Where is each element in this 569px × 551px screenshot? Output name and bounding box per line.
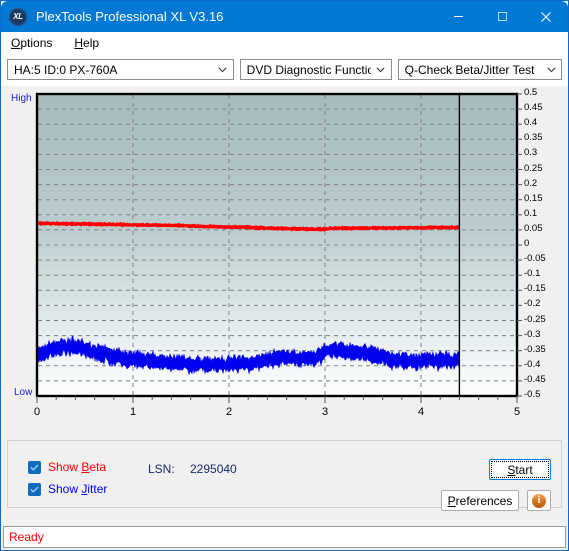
x-axis-tick-label: 1 (129, 406, 137, 418)
y-axis-tick-label: -0.05 (524, 253, 546, 265)
close-button[interactable] (524, 1, 568, 32)
menu-item-help-label: elp (83, 36, 100, 50)
close-icon (541, 11, 551, 22)
test-select-value: Q-Check Beta/Jitter Test (404, 62, 535, 77)
title-bar: XL PlexTools Professional XL V3.16 (1, 1, 568, 32)
maximize-button[interactable] (480, 1, 524, 32)
drive-select-value: HA:5 ID:0 PX-760A (14, 62, 118, 77)
y-axis-tick-label: -0.15 (524, 283, 546, 295)
controls-panel: Show Beta Show Jitter LSN: 2295040 Start… (7, 440, 562, 511)
lsn-label: LSN: (148, 462, 175, 476)
info-icon: i (532, 493, 546, 508)
beta-jitter-plot (35, 92, 522, 403)
y-axis-tick-label: -0.4 (524, 358, 541, 370)
preferences-button-label: Preferences (447, 493, 513, 508)
function-select-value: DVD Diagnostic Functions (246, 62, 371, 77)
lsn-value: 2295040 (190, 462, 237, 476)
preferences-button[interactable]: Preferences (441, 490, 519, 511)
status-bar: Ready (3, 526, 566, 548)
y-axis-tick-label: -0.45 (524, 373, 546, 385)
y-axis-tick-label: -0.1 (524, 268, 541, 280)
start-button-label: Start (507, 462, 533, 477)
y-axis-tick-label: 0.45 (524, 102, 543, 114)
chart-area: High Low 0.5 0.45 0.4 0.35 0.3 0.25 0.2 0.15 0.1… (7, 86, 564, 434)
y-axis-tick-label: -0.2 (524, 298, 541, 310)
toolbar: HA:5 ID:0 PX-760A DVD Diagnostic Functio… (1, 54, 568, 86)
y-axis-tick-label: 0.25 (524, 162, 543, 174)
x-axis-tick-label: 2 (225, 406, 233, 418)
x-axis-tick-label: 0 (33, 406, 41, 418)
window-title: PlexTools Professional XL V3.16 (36, 9, 224, 24)
show-beta-checkbox-row[interactable]: Show Beta (28, 460, 106, 474)
checkbox-checked-icon[interactable] (28, 482, 41, 496)
status-text: Ready (9, 530, 44, 544)
y-axis-tick-label: 0.4 (524, 117, 538, 129)
function-select[interactable]: DVD Diagnostic Functions (239, 59, 392, 80)
checkbox-checked-icon[interactable] (28, 460, 41, 474)
y-axis-tick-label: 0.5 (524, 87, 538, 98)
app-icon: XL (9, 7, 27, 26)
chevron-down-icon (213, 66, 233, 73)
y-axis-tick-label: 0.35 (524, 132, 543, 144)
show-jitter-checkbox-row[interactable]: Show Jitter (28, 482, 107, 496)
y-axis-tick-label: -0.35 (524, 343, 546, 355)
y-axis-tick-label: -0.5 (524, 389, 541, 400)
chevron-down-icon (541, 66, 561, 73)
y-axis-tick-label: 0.1 (524, 207, 538, 219)
menu-bar: Options Help (1, 32, 568, 54)
application-window: XL PlexTools Professional XL V3.16 Optio… (0, 0, 569, 551)
y-axis-tick-label: -0.3 (524, 328, 541, 340)
maximize-icon (497, 12, 507, 21)
menu-item-options[interactable]: Options (9, 34, 60, 52)
chevron-down-icon (371, 66, 391, 73)
show-jitter-label: Show Jitter (48, 482, 108, 496)
start-button[interactable]: Start (489, 459, 551, 480)
y-axis-tick-label: 0.15 (524, 192, 543, 204)
test-select[interactable]: Q-Check Beta/Jitter Test (397, 59, 562, 80)
window-controls (436, 1, 568, 32)
x-axis-tick-label: 4 (417, 406, 425, 418)
x-axis-tick-label: 5 (513, 406, 521, 418)
y-axis-tick-label: 0.3 (524, 147, 538, 159)
info-button[interactable]: i (527, 490, 551, 511)
y-axis-tick-label: 0.05 (524, 222, 543, 234)
menu-item-options-label: ptions (20, 36, 53, 50)
chart-panel: High Low 0.5 0.45 0.4 0.35 0.3 0.25 0.2 0.15 0.1… (7, 86, 562, 434)
y-axis-tick-label: 0.2 (524, 177, 538, 189)
drive-select[interactable]: HA:5 ID:0 PX-760A (7, 59, 234, 80)
show-beta-label: Show Beta (48, 460, 107, 474)
minimize-button[interactable] (436, 1, 480, 32)
y-axis-tick-label: -0.25 (524, 313, 546, 325)
menu-item-help[interactable]: Help (72, 34, 107, 52)
minimize-icon (453, 16, 463, 17)
x-axis-tick-label: 3 (321, 406, 329, 418)
y-axis-tick-label: 0 (524, 238, 530, 249)
